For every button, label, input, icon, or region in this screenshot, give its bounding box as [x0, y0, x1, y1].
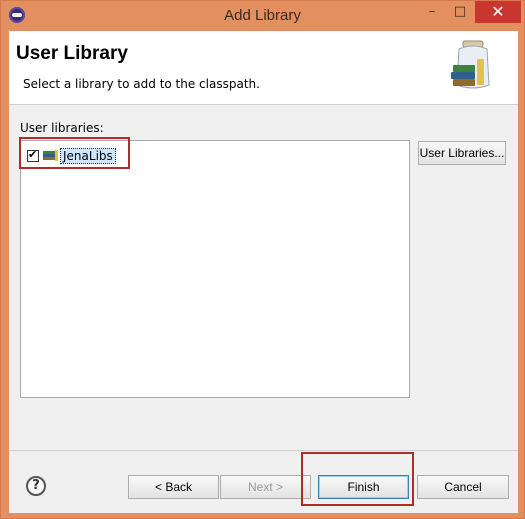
highlight-box-finish	[301, 452, 414, 506]
page-description: Select a library to add to the classpath…	[23, 77, 260, 91]
add-library-dialog: Add Library – □ ✕ User Library Select a …	[0, 0, 525, 519]
user-libraries-label: User libraries:	[20, 121, 104, 135]
title-bar[interactable]: Add Library – □ ✕	[1, 1, 524, 31]
close-button[interactable]: ✕	[475, 1, 521, 23]
back-button[interactable]: < Back	[128, 475, 219, 499]
page-title: User Library	[16, 43, 128, 64]
library-list[interactable]: JenaLibs	[20, 140, 410, 398]
cancel-button[interactable]: Cancel	[417, 475, 509, 499]
window-title: Add Library	[224, 7, 301, 24]
user-libraries-button[interactable]: User Libraries...	[418, 141, 506, 165]
dialog-body: User Library Select a library to add to …	[9, 31, 518, 513]
wizard-header: User Library Select a library to add to …	[9, 31, 518, 105]
minimize-button[interactable]: –	[419, 1, 445, 23]
highlight-box-library	[19, 137, 130, 169]
help-icon[interactable]: ?	[26, 476, 46, 496]
maximize-button[interactable]: □	[447, 1, 473, 23]
next-button[interactable]: Next >	[220, 475, 311, 499]
library-jar-icon	[451, 40, 490, 89]
